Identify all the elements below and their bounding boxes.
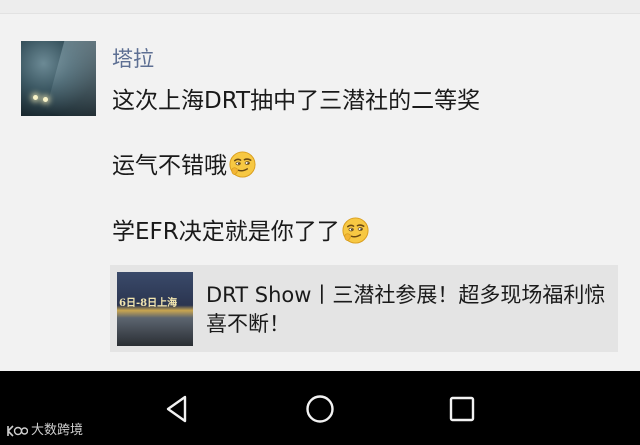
chat-message: 这次上海DRT抽中了三潜社的二等奖: [112, 86, 480, 116]
recent-apps-icon[interactable]: [446, 393, 478, 425]
android-navigation-bar: [0, 371, 640, 445]
link-thumbnail: 6日-8日上海: [117, 272, 193, 346]
sender-name[interactable]: 塔拉: [112, 45, 154, 73]
message-text: 运气不错哦: [112, 153, 227, 179]
watermark-logo-icon: [7, 424, 28, 437]
sender-avatar[interactable]: [21, 41, 96, 116]
link-title: DRT Show丨三潜社参展！超多现场福利惊喜不断！: [206, 283, 606, 336]
avatar-diver-light: [43, 97, 48, 102]
thumbnail-text: 6日-8日上海: [119, 298, 178, 309]
smirk-emoji-icon: [342, 217, 369, 244]
message-text: 这次上海DRT抽中了三潜社的二等奖: [112, 88, 481, 114]
watermark: 大数跨境: [6, 422, 83, 440]
home-icon[interactable]: [304, 393, 336, 425]
chat-message: 运气不错哦: [112, 151, 257, 181]
back-icon[interactable]: [162, 393, 194, 425]
watermark-text: 大数跨境: [31, 423, 84, 438]
smirk-emoji-icon: [229, 151, 256, 178]
previous-message-edge: [0, 0, 640, 14]
avatar-light-ray: [45, 41, 96, 116]
shared-link-card[interactable]: 6日-8日上海 DRT Show丨三潜社参展！超多现场福利惊喜不断！: [110, 265, 618, 352]
avatar-diver-light: [33, 95, 38, 100]
chat-message: 学EFR决定就是你了了: [112, 217, 370, 247]
message-text: 学EFR决定就是你了了: [112, 219, 340, 245]
